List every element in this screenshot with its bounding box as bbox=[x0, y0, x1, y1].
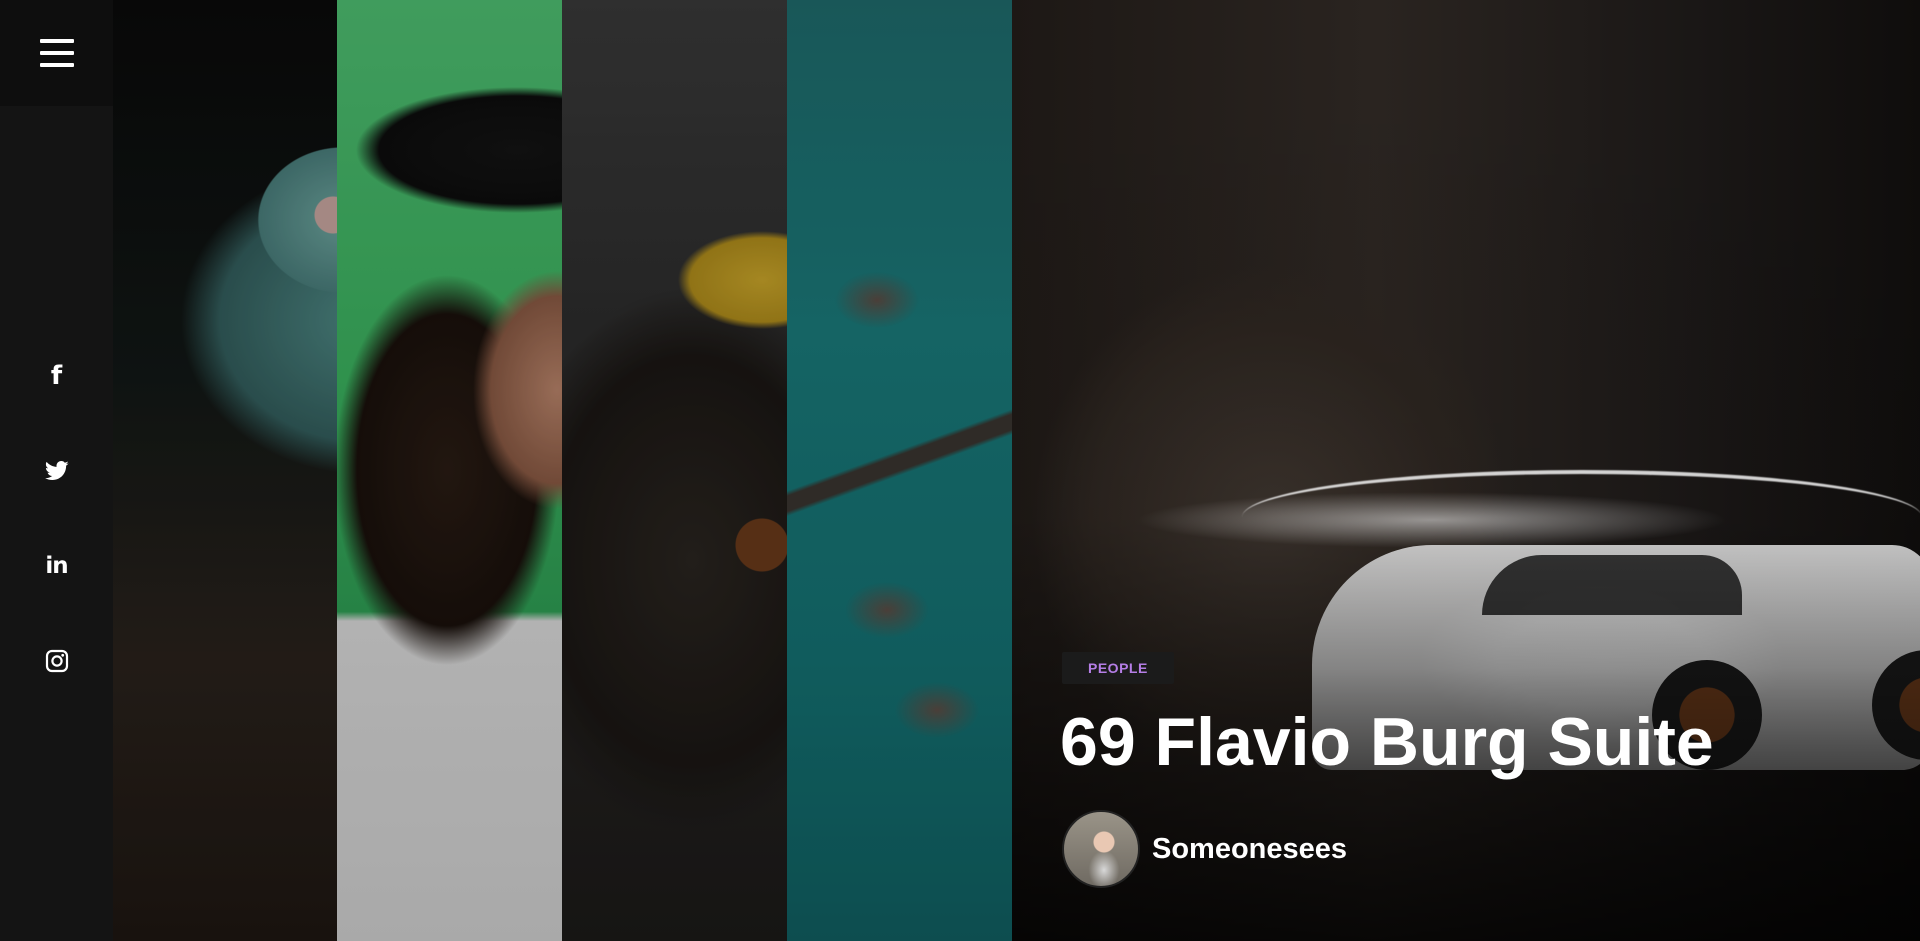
hero-overlay bbox=[1012, 0, 1920, 941]
avatar[interactable] bbox=[1062, 810, 1140, 888]
twitter-link[interactable] bbox=[37, 451, 77, 491]
linkedin-icon: in bbox=[45, 552, 68, 579]
menu-button[interactable] bbox=[0, 0, 113, 106]
hero-image-car[interactable] bbox=[1012, 0, 1920, 941]
instagram-link[interactable] bbox=[37, 641, 77, 681]
twitter-icon bbox=[44, 461, 69, 480]
sidebar: f in bbox=[0, 0, 113, 941]
instagram-icon bbox=[45, 649, 68, 673]
facebook-icon: f bbox=[50, 361, 63, 391]
gallery-strip-pug[interactable] bbox=[562, 0, 787, 941]
facebook-link[interactable]: f bbox=[37, 356, 77, 396]
gallery-strip-lizard[interactable] bbox=[113, 0, 337, 941]
hamburger-menu-icon bbox=[39, 39, 74, 67]
author-byline[interactable]: Someonesees bbox=[1062, 810, 1347, 888]
linkedin-link[interactable]: in bbox=[37, 546, 77, 586]
post-title[interactable]: 69 Flavio Burg Suite bbox=[1060, 700, 1714, 784]
category-tag[interactable]: PEOPLE bbox=[1062, 652, 1174, 684]
gallery-strip-aerial-water[interactable] bbox=[787, 0, 1012, 941]
social-links: f in bbox=[0, 356, 113, 736]
author-name[interactable]: Someonesees bbox=[1152, 833, 1347, 866]
gallery-strip-woman-hat[interactable] bbox=[337, 0, 562, 941]
